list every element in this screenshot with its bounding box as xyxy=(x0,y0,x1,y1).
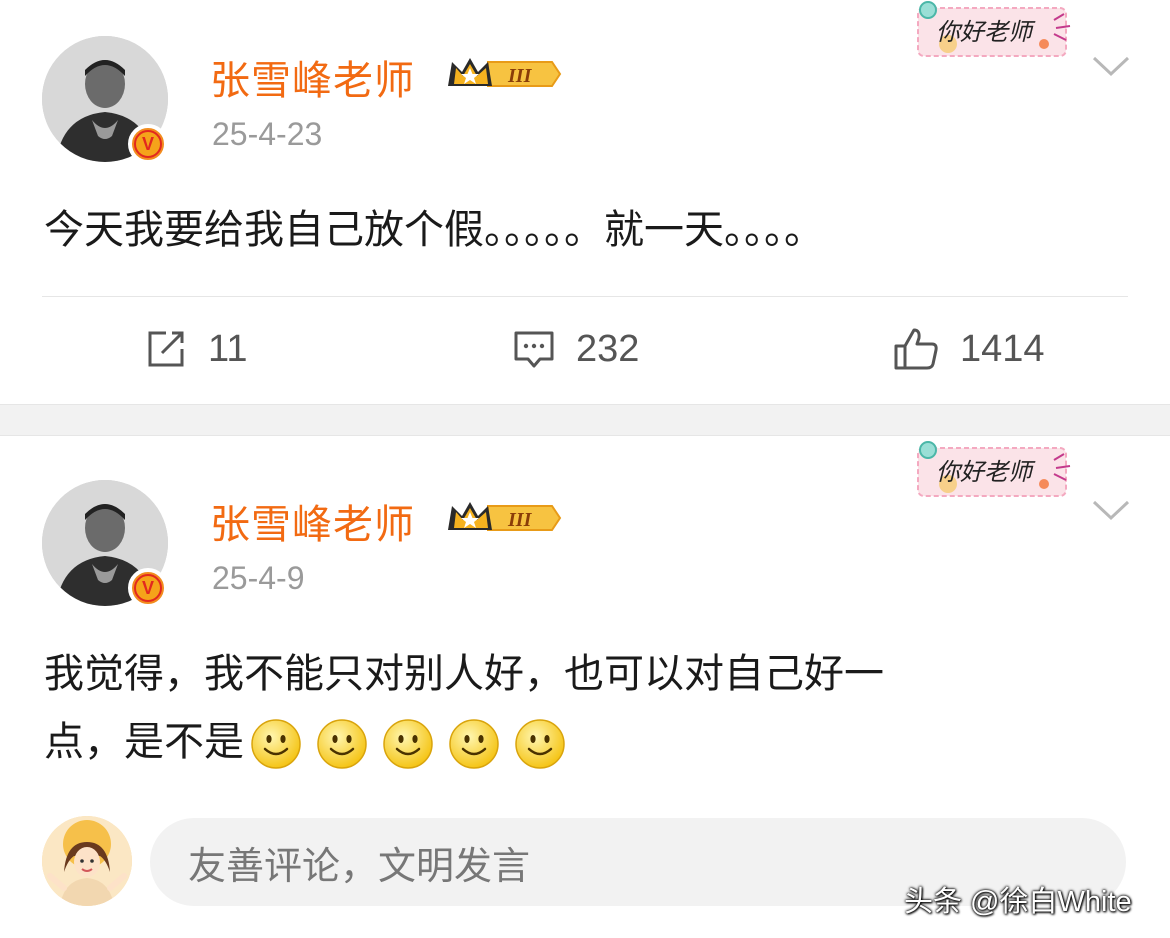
smile-emoji-icon xyxy=(317,719,367,769)
repost-icon xyxy=(148,331,184,367)
watermark: 头条 @徐白White xyxy=(904,886,1132,918)
nihao-teacher-sticker: 你好老师 xyxy=(914,440,1076,504)
post-content-line: 我觉得，我不能只对别人好，也可以对自己好一 xyxy=(44,651,884,697)
svg-text:III: III xyxy=(507,65,533,87)
comment-icon xyxy=(514,331,554,368)
post-separator xyxy=(0,404,1170,436)
post-timestamp: 25-4-23 xyxy=(212,116,323,152)
post-content: 今天我要给我自己放个假。。。。。就一天。。。。 xyxy=(44,207,824,253)
verified-badge-icon: V xyxy=(128,568,168,608)
like-count: 1414 xyxy=(960,327,1045,370)
emoji-row xyxy=(250,718,566,770)
chevron-down-icon[interactable] xyxy=(1092,498,1130,522)
smile-emoji-icon xyxy=(449,719,499,769)
comment-count: 232 xyxy=(576,327,640,370)
post-card: V 张雪峰老师 III 25-4-23 你好老师 今天我要给我自己放个假。。。。… xyxy=(0,0,1170,404)
post-content-line: 点，是不是 xyxy=(44,708,1124,776)
svg-text:III: III xyxy=(507,509,533,531)
post-content: 我觉得，我不能只对别人好，也可以对自己好一 点，是不是 xyxy=(44,640,1124,776)
post-timestamp: 25-4-9 xyxy=(212,560,305,596)
smile-emoji-icon xyxy=(383,719,433,769)
verified-badge-icon: V xyxy=(128,124,168,164)
comment-button[interactable]: 232 xyxy=(512,324,639,374)
weibo-feed: V 张雪峰老师 III 25-4-23 你好老师 今天我要给我自己放个假。。。。… xyxy=(0,0,1170,938)
smile-emoji-icon xyxy=(251,719,301,769)
thumbs-up-icon xyxy=(894,328,938,370)
like-button[interactable]: 1414 xyxy=(892,324,1045,374)
smile-emoji-icon xyxy=(515,719,565,769)
divider xyxy=(42,296,1128,297)
chevron-down-icon[interactable] xyxy=(1092,54,1130,78)
username[interactable]: 张雪峰老师 xyxy=(210,492,415,550)
repost-count: 11 xyxy=(208,327,248,370)
repost-button[interactable]: 11 xyxy=(144,324,247,374)
my-avatar[interactable] xyxy=(42,816,132,906)
nihao-teacher-sticker: 你好老师 xyxy=(914,0,1076,64)
vip-crown-badge-icon: III xyxy=(448,502,562,531)
username[interactable]: 张雪峰老师 xyxy=(210,48,415,106)
vip-crown-badge-icon: III xyxy=(448,58,562,87)
comment-bar: 友善评论，文明发言 头条 @徐白White xyxy=(0,806,1170,938)
post-card: V 张雪峰老师 III 25-4-9 你好老师 我觉得，我不能只对别人好，也可以… xyxy=(0,436,1170,806)
